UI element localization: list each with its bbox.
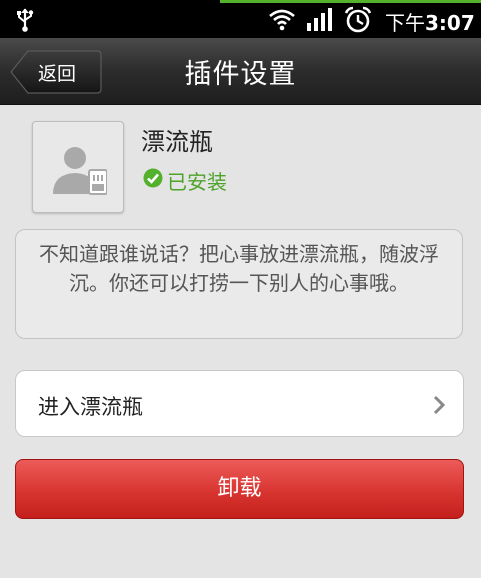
chevron-right-icon: [433, 395, 445, 415]
signal-icon: [307, 8, 332, 31]
user-card-icon: [53, 147, 107, 195]
enter-plugin-label: 进入漂流瓶: [38, 395, 143, 419]
plugin-description: 不知道跟谁说话？把心事放进漂流瓶，随波浮沉。你还可以打捞一下别人的心事哦。: [15, 229, 463, 339]
clock: 下午3:07: [385, 7, 475, 36]
clock-time: 3:07: [425, 11, 475, 35]
page-title: 插件设置: [184, 59, 297, 90]
uninstall-button[interactable]: 卸载: [15, 459, 464, 519]
alarm-icon: [344, 6, 372, 33]
title-bar: 返回 插件设置: [0, 38, 481, 105]
plugin-name: 漂流瓶: [141, 128, 213, 156]
check-circle-icon: [143, 168, 163, 188]
install-status-label: 已安装: [167, 170, 227, 194]
status-bar: 下午3:07: [0, 0, 481, 38]
enter-plugin-button[interactable]: 进入漂流瓶: [15, 370, 464, 437]
clock-ampm: 下午: [385, 11, 425, 35]
usb-icon: [17, 8, 34, 32]
wifi-icon: [269, 9, 295, 31]
status-progress-line: [220, 0, 481, 3]
plugin-icon: [32, 121, 124, 213]
